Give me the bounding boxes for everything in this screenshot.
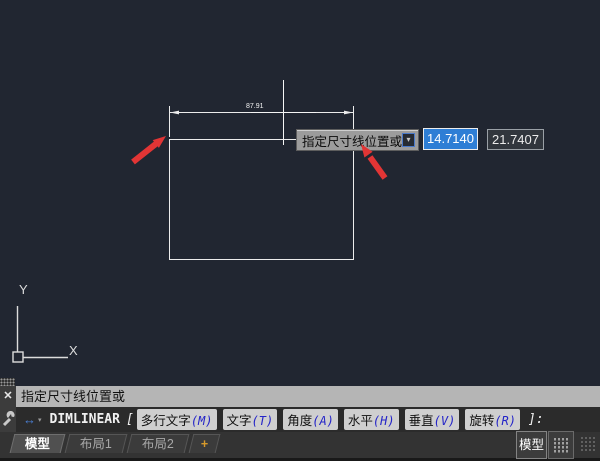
option-angle[interactable]: 角度(A) bbox=[283, 409, 338, 430]
tab-model[interactable]: 模型 bbox=[9, 434, 66, 453]
canvas-linework bbox=[12, 80, 354, 363]
recent-commands-caret-icon[interactable]: ▾ bbox=[38, 416, 42, 424]
autocad-screen: 87.91 Y X 指定尺寸线位置或 ▾ 14.7140 21.7407 ✕ 指… bbox=[0, 0, 600, 461]
tab-layout1[interactable]: 布局1 bbox=[64, 434, 128, 453]
command-input-line[interactable]: ↔ ▾ DIMLINEAR [ 多行文字(M) 文字(T) 角度(A) 水平(H… bbox=[16, 407, 600, 432]
dimlinear-arrow-icon: ↔ bbox=[23, 412, 36, 427]
add-layout-button[interactable]: + bbox=[188, 434, 221, 453]
pointer-y-input[interactable]: 21.7407 bbox=[487, 129, 544, 150]
command-window-grip[interactable] bbox=[0, 378, 15, 386]
ucs-x-label: X bbox=[69, 343, 78, 358]
dimension-value-text: 87.91 bbox=[245, 102, 265, 111]
dimension-arrowhead-left bbox=[170, 110, 179, 115]
tab-layout2[interactable]: 布局2 bbox=[126, 434, 190, 453]
rectangle-geometry bbox=[169, 139, 354, 260]
option-vertical[interactable]: 垂直(V) bbox=[404, 409, 460, 430]
close-icon[interactable]: ✕ bbox=[1, 389, 15, 404]
ucs-origin-box bbox=[12, 351, 24, 363]
active-command-name: DIMLINEAR bbox=[49, 412, 120, 427]
options-bracket-open: [ bbox=[125, 412, 134, 427]
command-history-line[interactable]: 指定尺寸线位置或 bbox=[16, 386, 600, 407]
option-rotated[interactable]: 旋转(R) bbox=[465, 409, 521, 430]
ucs-y-label: Y bbox=[19, 282, 28, 297]
red-arrow-tooltip-icon bbox=[361, 144, 388, 180]
model-space-toggle[interactable]: 模型 bbox=[516, 431, 547, 459]
dimension-arrowhead-right bbox=[344, 110, 353, 115]
layout-tab-bar: 模型 布局1 布局2 + 模型 bbox=[0, 431, 600, 461]
options-bracket-close: ]: bbox=[528, 412, 544, 427]
option-mtext[interactable]: 多行文字(M) bbox=[136, 409, 217, 430]
grid-display-icon[interactable] bbox=[548, 431, 574, 459]
expand-options-button[interactable]: ▾ bbox=[402, 133, 415, 147]
layout-tabs: 模型 布局1 布局2 + bbox=[9, 434, 222, 453]
red-arrow-left-icon bbox=[131, 136, 166, 165]
snap-grid-icon[interactable] bbox=[576, 431, 600, 459]
pointer-x-input[interactable]: 14.7140 bbox=[423, 128, 478, 150]
command-window: ✕ 指定尺寸线位置或 ↔ ▾ DIMLINEAR [ 多行文字(M) 文字(T)… bbox=[0, 386, 600, 432]
option-text[interactable]: 文字(T) bbox=[222, 409, 278, 430]
option-horizontal[interactable]: 水平(H) bbox=[343, 409, 399, 430]
command-window-gutter: ✕ bbox=[0, 386, 16, 432]
drawing-canvas[interactable]: 87.91 Y X 指定尺寸线位置或 ▾ 14.7140 21.7407 bbox=[0, 0, 600, 378]
wrench-icon[interactable] bbox=[1, 411, 16, 428]
